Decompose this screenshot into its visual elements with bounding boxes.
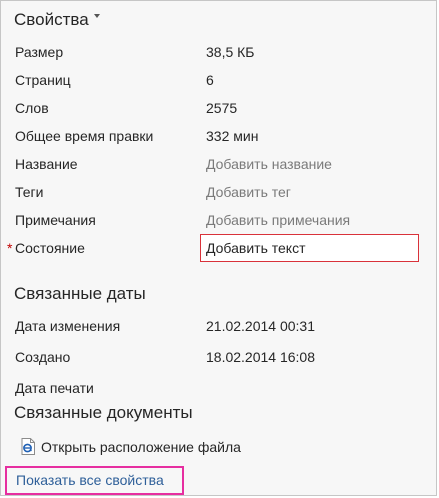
document-explorer-icon	[21, 437, 35, 455]
property-label: Страниц	[15, 72, 71, 88]
property-value: 2575	[206, 100, 238, 116]
property-label: Название	[15, 156, 78, 172]
date-row-printed: Дата печати	[1, 376, 436, 400]
date-value: 21.02.2014 00:31	[206, 318, 315, 334]
add-comments-field[interactable]: Добавить примечания	[206, 208, 350, 232]
property-row-title: Название Добавить название	[1, 152, 436, 176]
required-mark: *	[7, 240, 13, 256]
add-tag-field[interactable]: Добавить тег	[206, 180, 291, 204]
property-row-pages: Страниц 6	[1, 68, 436, 92]
property-label: Теги	[15, 184, 44, 200]
chevron-down-icon[interactable]	[93, 13, 100, 18]
related-dates-title: Связанные даты	[14, 284, 146, 303]
property-label: Общее время правки	[15, 128, 154, 144]
property-row-edit-time: Общее время правки 332 мин	[1, 124, 436, 148]
related-docs-title: Связанные документы	[14, 403, 193, 422]
property-label: Состояние	[15, 240, 85, 256]
open-file-location-link[interactable]: Открыть расположение файла	[21, 435, 241, 459]
property-row-comments: Примечания Добавить примечания	[1, 208, 436, 232]
properties-panel: Свойства Размер 38,5 КБ Страниц 6 Слов 2…	[0, 0, 437, 496]
property-value: 6	[206, 72, 214, 88]
show-all-properties-link[interactable]: Показать все свойства	[5, 466, 184, 495]
status-input-text: Добавить текст	[206, 240, 306, 256]
properties-header[interactable]: Свойства	[14, 10, 100, 30]
date-row-modified: Дата изменения 21.02.2014 00:31	[1, 314, 436, 338]
date-row-created: Создано 18.02.2014 16:08	[1, 345, 436, 369]
property-label: Слов	[15, 100, 49, 116]
date-label: Дата изменения	[15, 318, 121, 334]
property-label: Примечания	[15, 212, 96, 228]
date-label: Создано	[15, 349, 71, 365]
date-value: 18.02.2014 16:08	[206, 349, 315, 365]
property-value: 332 мин	[206, 128, 259, 144]
properties-title: Свойства	[14, 10, 89, 29]
status-input[interactable]: Добавить текст	[200, 234, 419, 262]
property-row-words: Слов 2575	[1, 96, 436, 120]
property-row-tags: Теги Добавить тег	[1, 180, 436, 204]
property-label: Размер	[15, 44, 64, 60]
property-value: 38,5 КБ	[206, 44, 255, 60]
property-row-size: Размер 38,5 КБ	[1, 40, 436, 64]
open-file-location-label: Открыть расположение файла	[41, 439, 241, 455]
add-title-field[interactable]: Добавить название	[206, 152, 332, 176]
date-label: Дата печати	[15, 380, 94, 396]
